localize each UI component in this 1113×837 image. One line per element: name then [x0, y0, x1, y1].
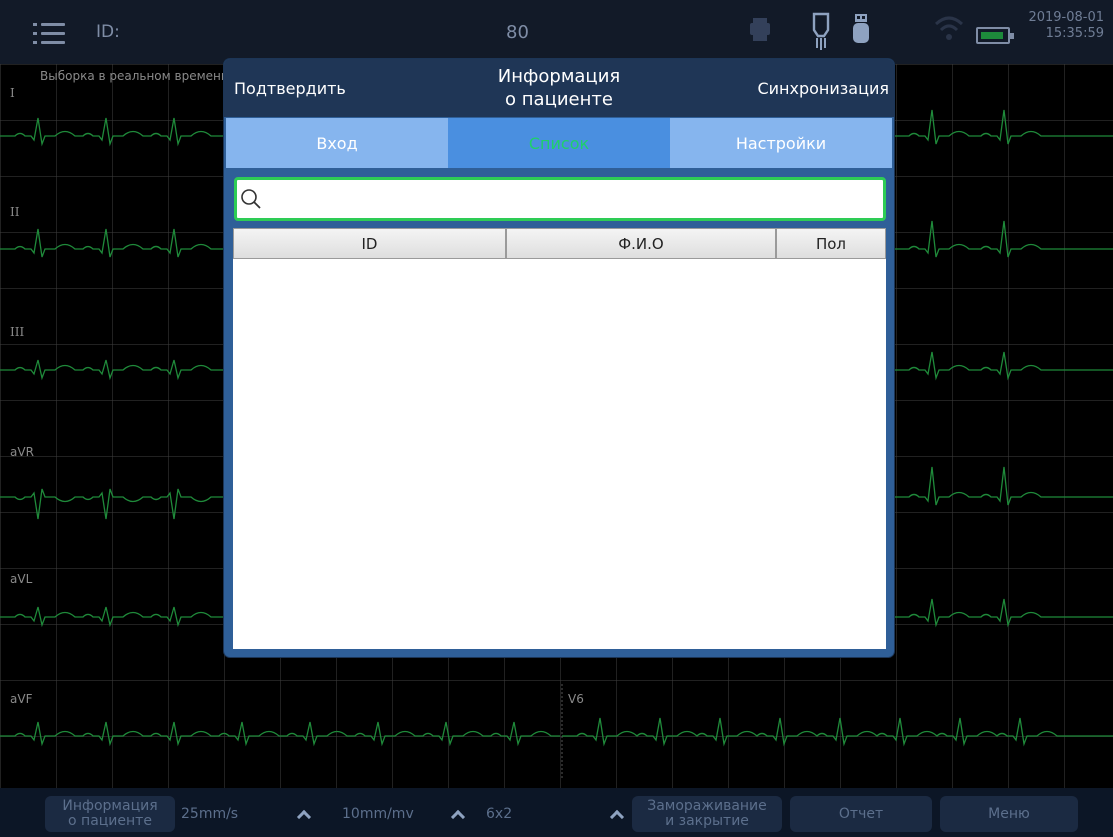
ecg-trace-left-0	[0, 117, 224, 147]
patient-info-button[interactable]: Информация о пациенте	[45, 796, 175, 832]
ecg-trace-right-3	[894, 466, 1113, 506]
dialog-title: Информация о пациенте	[454, 65, 664, 111]
report-label: Отчет	[838, 805, 884, 822]
dialog-header: Подтвердить Информация о пациенте Синхро…	[224, 59, 894, 117]
lead-connector-icon	[812, 12, 830, 50]
layout-select[interactable]: 6x2	[486, 796, 626, 832]
ecg-trace-left-1	[0, 228, 224, 258]
layout-value: 6x2	[486, 806, 513, 822]
bottom-toolbar: Информация о пациенте 25mm/s 10mm/mv 6x2 …	[0, 788, 1113, 837]
datetime: 2019-08-01 15:35:59	[1022, 10, 1104, 42]
table-header: ID Ф.И.О Пол	[233, 228, 886, 259]
time-text: 15:35:59	[1045, 26, 1104, 41]
status-bar: ID: 80 2019-08-01 15:35:59	[0, 0, 1113, 64]
dialog-title-line2: о пациенте	[505, 89, 613, 110]
ecg-trace-right-1	[894, 220, 1113, 258]
menu-label: Меню	[988, 805, 1030, 822]
ecg-trace-right-4	[894, 598, 1113, 628]
ecg-trace-left-3	[0, 488, 224, 520]
menu-button[interactable]: Меню	[940, 796, 1078, 832]
search-box	[234, 177, 886, 221]
column-header-name[interactable]: Ф.И.О	[506, 228, 776, 259]
patient-info-line2: о пациенте	[68, 813, 152, 829]
sync-button[interactable]: Синхронизация	[757, 79, 889, 98]
speed-value: 25mm/s	[181, 806, 239, 822]
gain-select[interactable]: 10mm/mv	[335, 796, 480, 832]
usb-drive-icon	[853, 14, 869, 43]
tab-settings[interactable]: Настройки	[670, 118, 892, 168]
search-input[interactable]	[267, 184, 877, 214]
date-text: 2019-08-01	[1028, 10, 1104, 25]
ecg-trace-right-0	[894, 109, 1113, 145]
column-header-id[interactable]: ID	[233, 228, 506, 259]
ecg-trace-avf	[0, 721, 560, 747]
confirm-button[interactable]: Подтвердить	[234, 79, 346, 98]
wifi-icon	[934, 16, 964, 40]
patient-table: ID Ф.И.О Пол	[233, 228, 886, 649]
patient-info-line1: Информация	[62, 798, 158, 814]
ecg-trace-v6	[562, 717, 1113, 747]
battery-icon	[976, 27, 1014, 44]
tab-list[interactable]: Список	[448, 118, 670, 168]
ecg-trace-left-4	[0, 606, 224, 628]
freeze-close-button[interactable]: Замораживание и закрытие	[632, 796, 782, 832]
dialog-tabs: Вход Список Настройки	[226, 118, 892, 168]
dialog-title-line1: Информация	[497, 66, 621, 87]
tab-login[interactable]: Вход	[226, 118, 448, 168]
column-header-sex[interactable]: Пол	[776, 228, 886, 259]
ecg-trace-left-2	[0, 359, 224, 381]
chevron-up-icon	[609, 809, 625, 825]
patient-info-dialog: Подтвердить Информация о пациенте Синхро…	[224, 59, 894, 657]
patient-id-label: ID:	[96, 22, 120, 42]
chevron-up-icon	[296, 809, 312, 825]
ecg-trace-right-2	[894, 351, 1113, 381]
heart-rate-value: 80	[506, 22, 529, 43]
report-button[interactable]: Отчет	[790, 796, 932, 832]
printer-icon	[750, 18, 770, 41]
speed-select[interactable]: 25mm/s	[181, 796, 321, 832]
chevron-up-icon	[450, 809, 466, 825]
freeze-line2: и закрытие	[665, 813, 749, 829]
menu-icon[interactable]	[33, 23, 65, 45]
search-icon	[241, 189, 261, 209]
gain-value: 10mm/mv	[342, 806, 414, 822]
freeze-line1: Замораживание	[647, 798, 767, 814]
